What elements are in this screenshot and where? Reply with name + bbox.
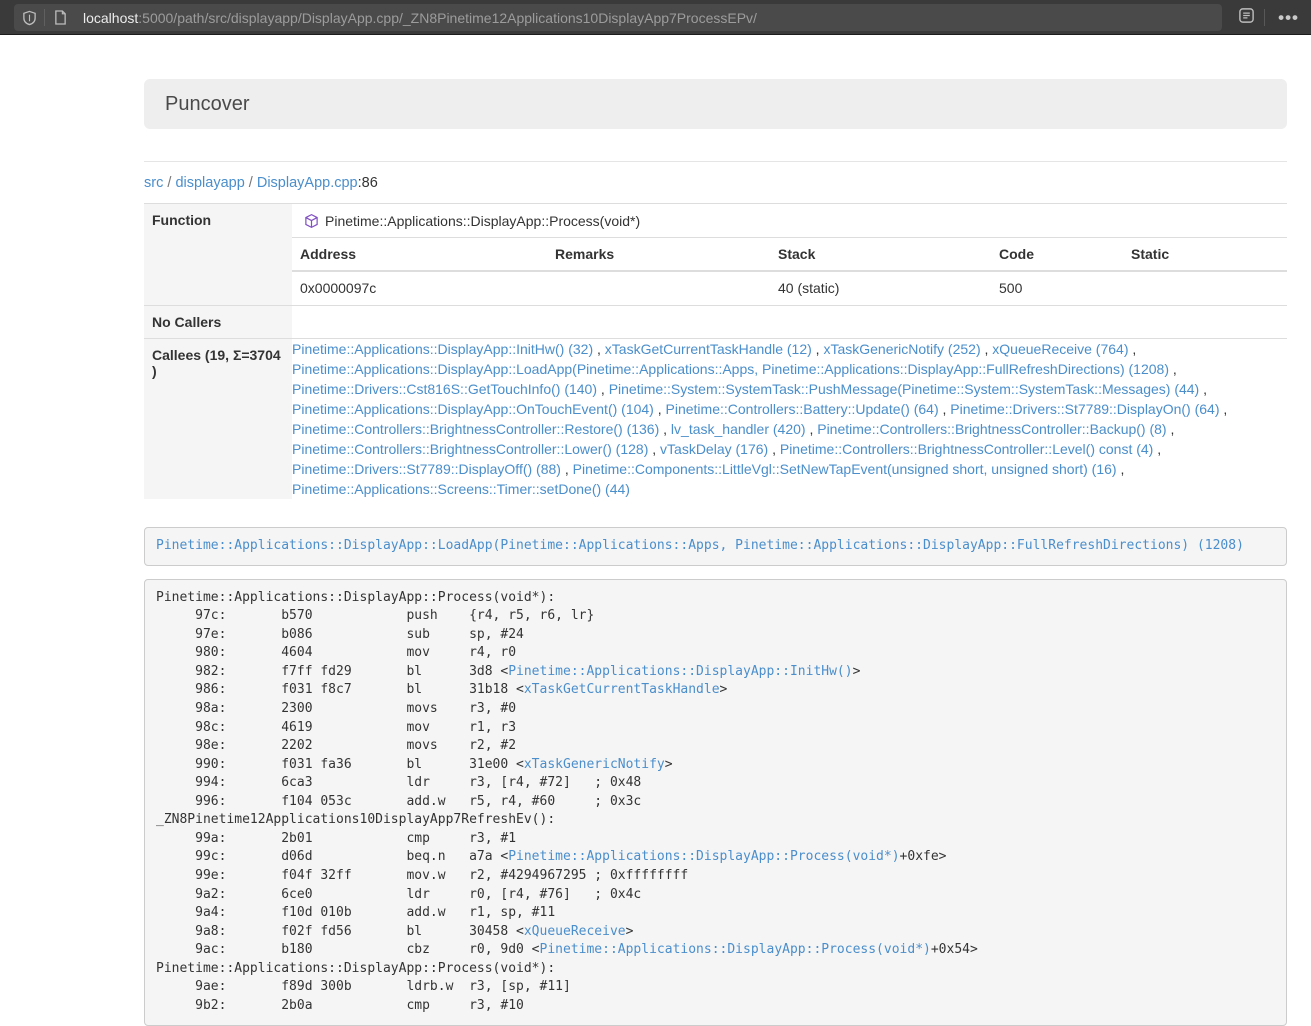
callees-label: Callees (19, Σ=3704 ) — [144, 339, 292, 500]
callee-link[interactable]: Pinetime::System::SystemTask::PushMessag… — [609, 381, 1200, 397]
asm-symbol-link[interactable]: Pinetime::Applications::DisplayApp::Init… — [508, 664, 852, 679]
url-path: :5000/path/src/displayapp/DisplayApp.cpp… — [138, 10, 757, 26]
breadcrumb: src / displayapp / DisplayApp.cpp:86 — [144, 175, 1287, 191]
callee-link[interactable]: Pinetime::Applications::Screens::Timer::… — [292, 481, 630, 497]
callees-row: Callees (19, Σ=3704 ) Pinetime::Applicat… — [144, 339, 1287, 500]
callee-link[interactable]: lv_task_handler (420) — [671, 421, 806, 437]
symbol-stats-table: Address Remarks Stack Code Static 0x0000… — [292, 237, 1287, 305]
breadcrumb-line-number: :86 — [358, 175, 378, 191]
browser-chrome: localhost:5000/path/src/displayapp/Displ… — [0, 0, 1311, 35]
asm-symbol-link[interactable]: Pinetime::Applications::DisplayApp::Proc… — [540, 942, 931, 957]
callee-link[interactable]: Pinetime::Controllers::BrightnessControl… — [817, 421, 1166, 437]
callee-link[interactable]: Pinetime::Drivers::Cst816S::GetTouchInfo… — [292, 381, 597, 397]
callee-link[interactable]: Pinetime::Applications::DisplayApp::Init… — [292, 341, 593, 357]
no-callers-label: No Callers — [144, 306, 292, 339]
highlighted-callee-snippet: Pinetime::Applications::DisplayApp::Load… — [144, 527, 1287, 566]
callee-link[interactable]: Pinetime::Controllers::BrightnessControl… — [292, 441, 648, 457]
asm-symbol-link[interactable]: xQueueReceive — [524, 924, 626, 939]
callees-list: Pinetime::Applications::DisplayApp::Init… — [292, 339, 1287, 500]
breadcrumb-link[interactable]: DisplayApp.cpp — [257, 175, 358, 191]
function-row: Function Pinetime::Applications::Display… — [144, 204, 1287, 306]
no-callers-row: No Callers — [144, 306, 1287, 339]
divider — [1264, 9, 1265, 26]
callee-link[interactable]: xTaskGenericNotify (252) — [823, 341, 980, 357]
callee-link[interactable]: Pinetime::Applications::DisplayApp::Load… — [292, 361, 1169, 377]
callee-link[interactable]: xQueueReceive (764) — [992, 341, 1128, 357]
callee-link[interactable]: vTaskDelay (176) — [660, 441, 768, 457]
callee-link[interactable]: Pinetime::Drivers::St7789::DisplayOff() … — [292, 461, 561, 477]
shield-icon[interactable] — [14, 4, 44, 31]
breadcrumb-link[interactable]: src — [144, 175, 163, 191]
col-code: Code — [991, 238, 1123, 272]
url-text[interactable]: localhost:5000/path/src/displayapp/Displ… — [83, 10, 757, 26]
function-symbol: Pinetime::Applications::DisplayApp::Proc… — [325, 213, 640, 229]
col-stack: Stack — [770, 238, 991, 272]
callee-link[interactable]: Pinetime::Components::LittleVgl::SetNewT… — [573, 461, 1117, 477]
function-label: Function — [144, 204, 292, 306]
callee-link[interactable]: Pinetime::Controllers::BrightnessControl… — [292, 421, 659, 437]
symbol-cube-icon — [304, 213, 319, 229]
cell-code: 500 — [991, 271, 1123, 305]
disassembly-block: Pinetime::Applications::DisplayApp::Proc… — [144, 579, 1287, 1026]
asm-symbol-link[interactable]: xTaskGenericNotify — [524, 757, 665, 772]
callee-link[interactable]: Pinetime::Drivers::St7789::DisplayOn() (… — [950, 401, 1219, 417]
callee-link[interactable]: Pinetime::Controllers::Battery::Update()… — [666, 401, 939, 417]
app-header: Puncover — [144, 79, 1287, 129]
page-icon[interactable] — [45, 4, 75, 31]
divider — [144, 161, 1287, 162]
url-host: localhost — [83, 10, 138, 26]
col-static: Static — [1123, 238, 1287, 272]
page-container: Puncover src / displayapp / DisplayApp.c… — [144, 36, 1287, 1026]
cell-address: 0x0000097c — [292, 271, 547, 305]
callee-link[interactable]: Pinetime::Applications::DisplayApp::Load… — [156, 538, 1244, 553]
page-title: Puncover — [165, 93, 250, 116]
function-table: Function Pinetime::Applications::Display… — [144, 203, 1287, 499]
cell-stack: 40 (static) — [770, 271, 991, 305]
cell-remarks — [547, 271, 770, 305]
col-address: Address — [292, 238, 547, 272]
menu-dots-icon[interactable]: ••• — [1274, 4, 1303, 31]
cell-static — [1123, 271, 1287, 305]
callee-link[interactable]: xTaskGetCurrentTaskHandle (12) — [605, 341, 812, 357]
asm-symbol-link[interactable]: Pinetime::Applications::DisplayApp::Proc… — [508, 849, 899, 864]
callee-link[interactable]: Pinetime::Applications::DisplayApp::OnTo… — [292, 401, 654, 417]
asm-symbol-link[interactable]: xTaskGetCurrentTaskHandle — [524, 682, 720, 697]
url-bar[interactable]: localhost:5000/path/src/displayapp/Displ… — [14, 4, 1222, 31]
table-row: 0x0000097c 40 (static) 500 — [292, 271, 1287, 305]
reader-mode-icon[interactable] — [1238, 7, 1255, 29]
col-remarks: Remarks — [547, 238, 770, 272]
breadcrumb-link[interactable]: displayapp — [175, 175, 244, 191]
callee-link[interactable]: Pinetime::Controllers::BrightnessControl… — [780, 441, 1153, 457]
function-symbol-row: Pinetime::Applications::DisplayApp::Proc… — [292, 204, 1287, 237]
